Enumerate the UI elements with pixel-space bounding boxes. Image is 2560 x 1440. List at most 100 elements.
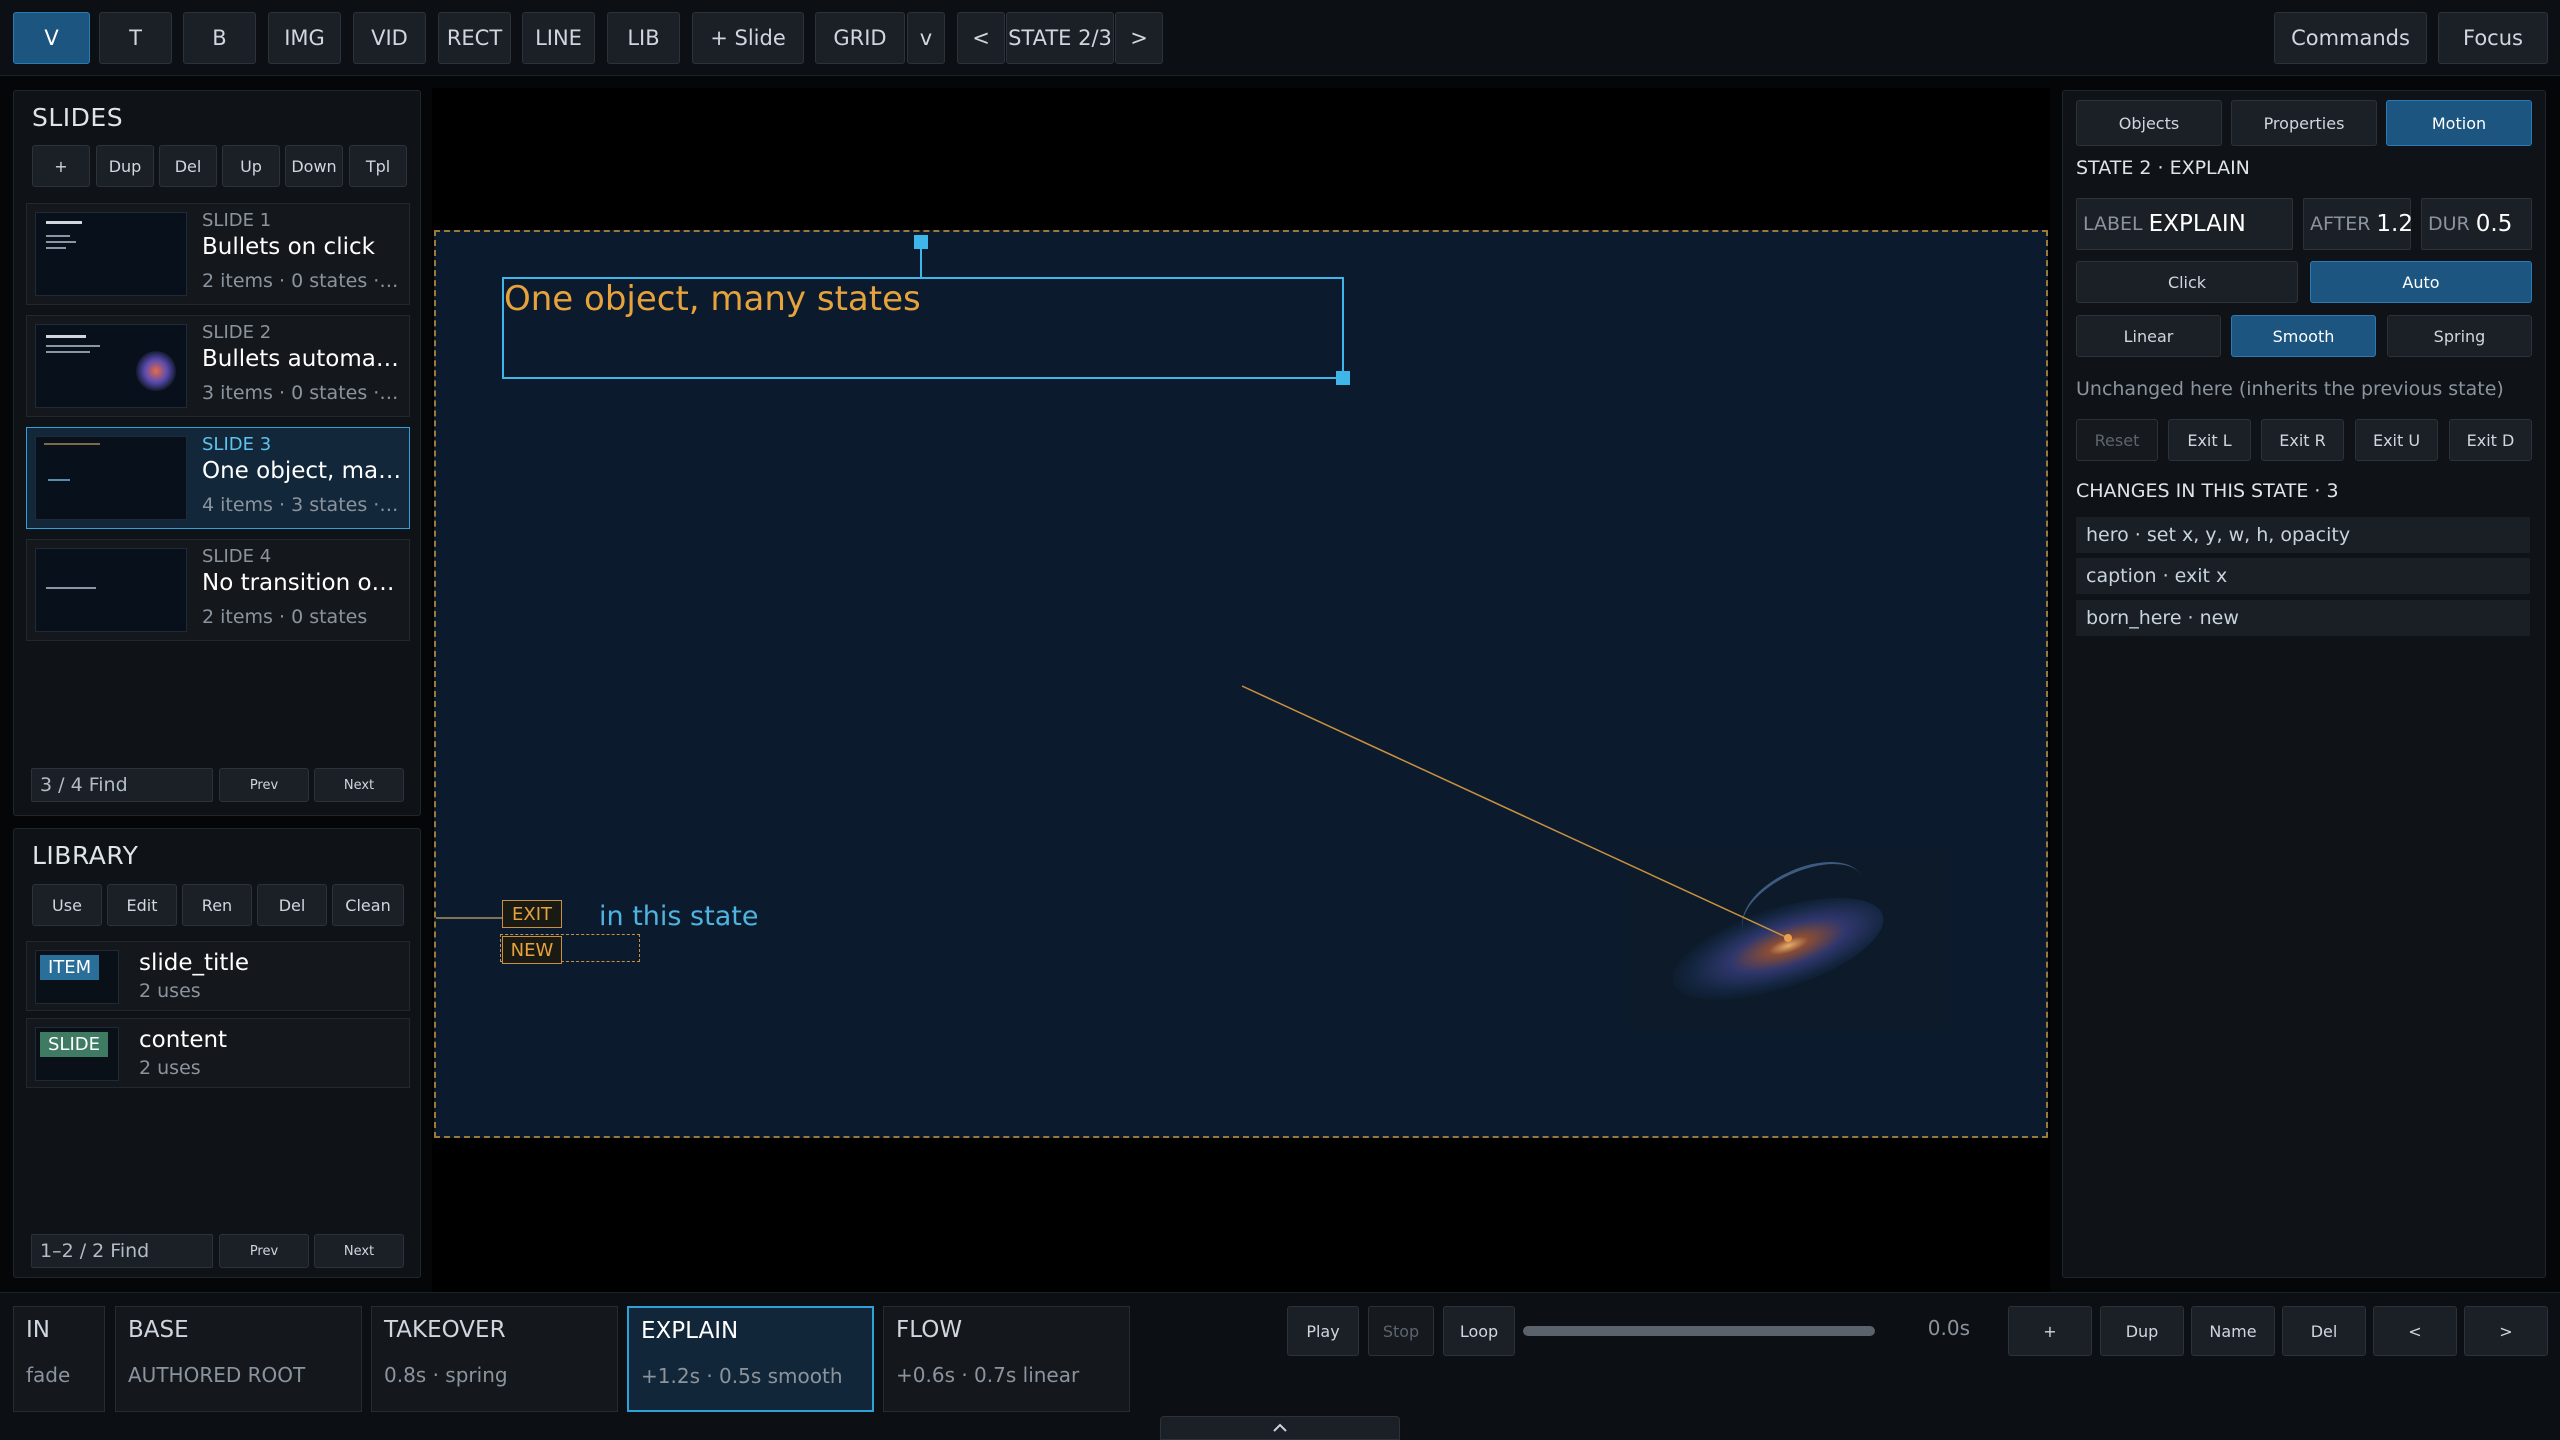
state-next-button[interactable]: > [1115,12,1163,64]
state-card-explain[interactable]: EXPLAIN +1.2s · 0.5s smooth [627,1306,874,1412]
library-panel-title: LIBRARY [32,841,139,870]
slide-stage[interactable]: One object, many states EXIT NEW in this… [434,230,2048,1138]
tool-select-button[interactable]: V [13,12,90,64]
exit-up-button[interactable]: Exit U [2355,419,2438,461]
library-item-name: slide_title [139,950,249,976]
slide-thumbnail [35,324,187,408]
library-find-prev-button[interactable]: Prev [219,1234,309,1268]
easing-linear-button[interactable]: Linear [2076,315,2221,357]
state-card-base[interactable]: BASE AUTHORED ROOT [115,1306,362,1412]
state-meta: 0.8s · spring [384,1363,508,1387]
changes-heading: CHANGES IN THIS STATE · 3 [2076,480,2339,502]
after-delay-field[interactable]: AFTER 1.2 [2303,198,2413,250]
library-item-thumbnail: SLIDE [35,1027,119,1081]
change-row-caption[interactable]: caption · exit x [2076,558,2530,594]
library-delete-button[interactable]: Del [257,884,327,926]
slides-panel-title: SLIDES [32,103,124,132]
slide-title: Bullets on click [202,234,375,260]
library-item-thumbnail: ITEM [35,950,119,1004]
grid-toggle-button[interactable]: GRID [815,12,905,64]
slide-card-4[interactable]: SLIDE 4 No transition on ... 2 items · 0… [26,539,410,641]
state-card-in[interactable]: IN fade [13,1306,105,1412]
reset-button[interactable]: Reset [2076,419,2158,461]
exit-down-button[interactable]: Exit D [2449,419,2532,461]
library-item-content[interactable]: SLIDE content 2 uses [26,1018,410,1088]
playback-time: 0.0s [1927,1316,1970,1340]
tool-library-button[interactable]: LIB [607,12,680,64]
tool-line-button[interactable]: LINE [522,12,595,64]
library-clean-button[interactable]: Clean [332,884,404,926]
tool-text-button[interactable]: T [99,12,172,64]
slide-meta: 2 items · 0 states · sli... [202,270,402,292]
state-rename-button[interactable]: Name [2191,1306,2275,1356]
duration-field[interactable]: DUR 0.5 [2421,198,2532,250]
tool-image-button[interactable]: IMG [268,12,341,64]
slide-meta: 2 items · 0 states [202,606,368,628]
add-slide-button[interactable]: + Slide [692,12,804,64]
state-move-right-button[interactable]: > [2464,1306,2548,1356]
caption-text[interactable]: in this state [599,901,758,932]
state-prev-button[interactable]: < [957,12,1005,64]
slide-card-3[interactable]: SLIDE 3 One object, man... 4 items · 3 s… [26,427,410,529]
slides-find-next-button[interactable]: Next [314,768,404,802]
slide-card-1[interactable]: SLIDE 1 Bullets on click 2 items · 0 sta… [26,203,410,305]
slides-find-prev-button[interactable]: Prev [219,768,309,802]
trigger-click-button[interactable]: Click [2076,261,2298,303]
resize-handle[interactable] [1336,371,1350,385]
state-card-flow[interactable]: FLOW +0.6s · 0.7s linear [883,1306,1130,1412]
library-find-input[interactable]: 1–2 / 2 Find [31,1234,213,1268]
tool-video-button[interactable]: VID [353,12,426,64]
state-duplicate-button[interactable]: Dup [2100,1306,2184,1356]
inherit-note: Unchanged here (inherits the previous st… [2076,378,2504,400]
change-row-born-here[interactable]: born_here · new [2076,600,2530,636]
label-key: LABEL [2083,213,2143,235]
commands-button[interactable]: Commands [2274,12,2427,64]
slide-move-up-button[interactable]: Up [222,145,280,187]
state-label-field[interactable]: LABEL EXPLAIN [2076,198,2293,250]
easing-smooth-button[interactable]: Smooth [2231,315,2376,357]
state-meta: +1.2s · 0.5s smooth [641,1364,843,1388]
stop-button[interactable]: Stop [1368,1306,1434,1356]
slide-card-2[interactable]: SLIDE 2 Bullets automatic... 3 items · 0… [26,315,410,417]
hero-text-object[interactable]: One object, many states [502,235,1350,385]
library-rename-button[interactable]: Ren [182,884,252,926]
slide-template-button[interactable]: Tpl [349,145,407,187]
state-card-takeover[interactable]: TAKEOVER 0.8s · spring [371,1306,618,1412]
state-move-left-button[interactable]: < [2373,1306,2457,1356]
slide-duplicate-button[interactable]: Dup [96,145,154,187]
focus-button[interactable]: Focus [2438,12,2548,64]
slides-find-input[interactable]: 3 / 4 Find [31,768,213,802]
library-edit-button[interactable]: Edit [107,884,177,926]
tool-bullets-button[interactable]: B [183,12,256,64]
library-item-slide-title[interactable]: ITEM slide_title 2 uses [26,941,410,1011]
trigger-auto-button[interactable]: Auto [2310,261,2532,303]
library-find-next-button[interactable]: Next [314,1234,404,1268]
playback-scrubber[interactable] [1523,1326,1875,1336]
state-delete-button[interactable]: Del [2282,1306,2366,1356]
slide-title: No transition on ... [202,570,402,596]
new-badge: NEW [502,936,562,964]
state-name: BASE [128,1317,189,1343]
expand-panel-handle[interactable] [1160,1416,1400,1440]
slide-delete-button[interactable]: Del [159,145,217,187]
library-use-button[interactable]: Use [32,884,102,926]
rotate-handle[interactable] [914,235,928,249]
play-button[interactable]: Play [1287,1306,1359,1356]
grid-menu-chevron-icon[interactable]: v [907,12,945,64]
tab-motion[interactable]: Motion [2386,100,2532,146]
exit-left-button[interactable]: Exit L [2168,419,2251,461]
library-item-uses: 2 uses [139,980,201,1002]
state-add-button[interactable]: + [2008,1306,2092,1356]
tab-objects[interactable]: Objects [2076,100,2222,146]
tab-properties[interactable]: Properties [2231,100,2377,146]
loop-button[interactable]: Loop [1443,1306,1515,1356]
state-meta: fade [26,1363,71,1387]
exit-right-button[interactable]: Exit R [2261,419,2344,461]
change-row-hero[interactable]: hero · set x, y, w, h, opacity [2076,517,2530,553]
easing-spring-button[interactable]: Spring [2387,315,2532,357]
tool-rect-button[interactable]: RECT [438,12,511,64]
slide-title: One object, man... [202,458,402,484]
slide-move-down-button[interactable]: Down [285,145,343,187]
slides-panel: SLIDES + Dup Del Up Down Tpl SLIDE 1 Bul… [13,90,421,816]
slide-add-button[interactable]: + [32,145,90,187]
